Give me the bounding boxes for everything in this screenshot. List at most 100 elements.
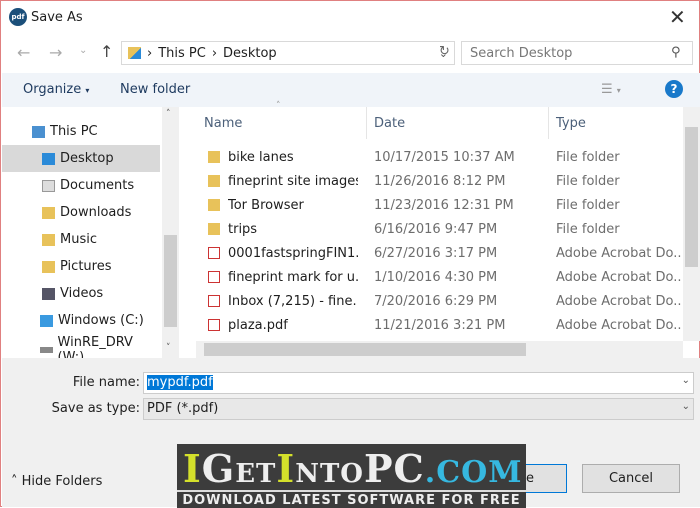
file-row[interactable]: plaza.pdf 11/21/2016 3:21 PM Adobe Acrob… <box>196 314 683 338</box>
toolbar <box>2 73 700 107</box>
file-row[interactable]: 0001fastspringFIN1... 6/27/2016 3:17 PM … <box>196 242 683 266</box>
file-name: fineprint site images <box>228 174 358 189</box>
chevron-down-icon[interactable]: ⌄ <box>682 401 690 412</box>
file-type: File folder <box>556 150 620 165</box>
drive-icon <box>40 314 53 327</box>
file-name-label: File name: <box>72 375 140 390</box>
pdf-app-icon: pdf <box>9 8 27 26</box>
column-name[interactable]: Name <box>204 116 242 131</box>
file-name: Tor Browser <box>228 198 304 213</box>
window-title: Save As <box>31 10 83 25</box>
file-date: 11/23/2016 12:31 PM <box>374 198 514 213</box>
folder-icon <box>208 175 220 187</box>
file-name: bike lanes <box>228 150 294 165</box>
desktop-icon <box>42 152 55 165</box>
file-row[interactable]: Inbox (7,215) - fine... 7/20/2016 6:29 P… <box>196 290 683 314</box>
sidebar-label: Downloads <box>60 205 132 220</box>
forward-icon[interactable]: → <box>49 43 62 62</box>
breadcrumb-this-pc[interactable]: This PC <box>158 46 206 61</box>
recent-dropdown-icon[interactable]: ⌄ <box>79 45 87 56</box>
downloads-icon <box>42 206 55 219</box>
new-folder-button[interactable]: New folder <box>120 82 190 97</box>
cancel-button[interactable]: Cancel <box>582 464 680 493</box>
sort-ascending-icon: ˄ <box>276 101 281 111</box>
sidebar-label: Music <box>60 232 97 247</box>
sidebar-label: Pictures <box>60 259 112 274</box>
file-name-value: mypdf.pdf <box>147 375 213 390</box>
folder-icon <box>128 47 141 59</box>
pdf-file-icon <box>208 295 220 307</box>
pdf-file-icon <box>208 247 220 259</box>
hide-folders-label: Hide Folders <box>21 474 103 489</box>
videos-icon <box>42 287 55 300</box>
folder-icon <box>208 223 220 235</box>
scrollbar-thumb[interactable] <box>164 235 177 327</box>
scrollbar-thumb[interactable] <box>204 343 526 356</box>
file-type: Adobe Acrobat Do... <box>556 270 682 285</box>
chevron-right-icon: › <box>147 45 153 61</box>
file-name: plaza.pdf <box>228 318 288 333</box>
column-divider[interactable] <box>366 107 367 139</box>
chevron-down-icon[interactable]: ⌄ <box>682 375 690 386</box>
file-name: fineprint mark for u... <box>228 270 358 285</box>
sidebar-item-desktop[interactable]: Desktop <box>2 145 160 172</box>
organize-button[interactable]: Organize ▾ <box>23 82 89 97</box>
file-type: Adobe Acrobat Do... <box>556 246 682 261</box>
chevron-right-icon: › <box>211 45 218 61</box>
sidebar-item-this-pc[interactable]: This PC <box>2 118 160 145</box>
sidebar-item-videos[interactable]: Videos <box>2 280 160 307</box>
file-list-horizontal-scrollbar[interactable] <box>196 341 683 358</box>
save-as-dialog: pdf Save As ✕ ← → ⌄ ↑ › This PC › Deskto… <box>0 0 700 508</box>
help-icon[interactable]: ? <box>665 80 683 98</box>
file-name-input[interactable]: mypdf.pdf ⌄ <box>143 372 694 394</box>
file-date: 7/20/2016 6:29 PM <box>374 294 498 309</box>
file-date: 6/27/2016 3:17 PM <box>374 246 498 261</box>
drive-icon <box>40 346 53 353</box>
view-options-icon[interactable]: ☰ ▾ <box>601 82 621 97</box>
column-type[interactable]: Type <box>556 116 586 131</box>
sidebar-item-downloads[interactable]: Downloads <box>2 199 160 226</box>
breadcrumb-desktop[interactable]: Desktop <box>223 46 277 61</box>
computer-icon <box>32 125 45 138</box>
file-date: 11/21/2016 3:21 PM <box>374 318 506 333</box>
file-name: trips <box>228 222 258 237</box>
sidebar-label: This PC <box>50 124 98 139</box>
back-icon[interactable]: ← <box>17 43 30 62</box>
column-date[interactable]: Date <box>374 116 405 131</box>
hide-folders-button[interactable]: ˄ Hide Folders <box>11 474 102 489</box>
sidebar-scrollbar[interactable]: ˄ ˅ <box>162 107 179 358</box>
sidebar-label: Videos <box>60 286 104 301</box>
search-icon: ⚲ <box>671 45 681 60</box>
file-row[interactable]: bike lanes 10/17/2015 10:37 AM File fold… <box>196 146 683 170</box>
folder-icon <box>208 151 220 163</box>
column-divider[interactable] <box>548 107 549 139</box>
pdf-file-icon <box>208 319 220 331</box>
sidebar-item-windows-c[interactable]: Windows (C:) <box>2 307 160 334</box>
watermark-logo: IGETINTOPC.COM DOWNLOAD LATEST SOFTWARE … <box>177 444 526 508</box>
file-date: 6/16/2016 9:47 PM <box>374 222 498 237</box>
scroll-up-icon[interactable]: ˄ <box>166 109 171 119</box>
search-input[interactable]: Search Desktop <box>461 41 693 65</box>
file-type: Adobe Acrobat Do... <box>556 318 682 333</box>
save-as-type-select[interactable]: PDF (*.pdf) ⌄ <box>143 398 694 420</box>
file-list-vertical-scrollbar[interactable] <box>683 107 700 341</box>
scroll-down-icon[interactable]: ˅ <box>166 343 171 353</box>
documents-icon <box>42 179 55 192</box>
organize-label: Organize <box>23 82 82 97</box>
close-icon[interactable]: ✕ <box>669 5 686 29</box>
navigation-pane: This PC Desktop Documents Downloads Musi… <box>2 107 179 365</box>
file-row[interactable]: Tor Browser 11/23/2016 12:31 PM File fol… <box>196 194 683 218</box>
file-row[interactable]: fineprint mark for u... 1/10/2016 4:30 P… <box>196 266 683 290</box>
sidebar-item-music[interactable]: Music <box>2 226 160 253</box>
file-name: Inbox (7,215) - fine... <box>228 294 358 309</box>
file-name: 0001fastspringFIN1... <box>228 246 358 261</box>
refresh-icon[interactable]: ↻ <box>439 44 450 59</box>
sidebar-item-pictures[interactable]: Pictures <box>2 253 160 280</box>
file-row[interactable]: fineprint site images 11/26/2016 8:12 PM… <box>196 170 683 194</box>
sidebar-label: Windows (C:) <box>58 313 144 328</box>
scrollbar-thumb[interactable] <box>685 127 698 267</box>
file-row[interactable]: trips 6/16/2016 9:47 PM File folder <box>196 218 683 242</box>
address-bar[interactable]: › This PC › Desktop ⌄ <box>121 41 455 65</box>
sidebar-item-documents[interactable]: Documents <box>2 172 160 199</box>
up-icon[interactable]: ↑ <box>100 42 113 61</box>
